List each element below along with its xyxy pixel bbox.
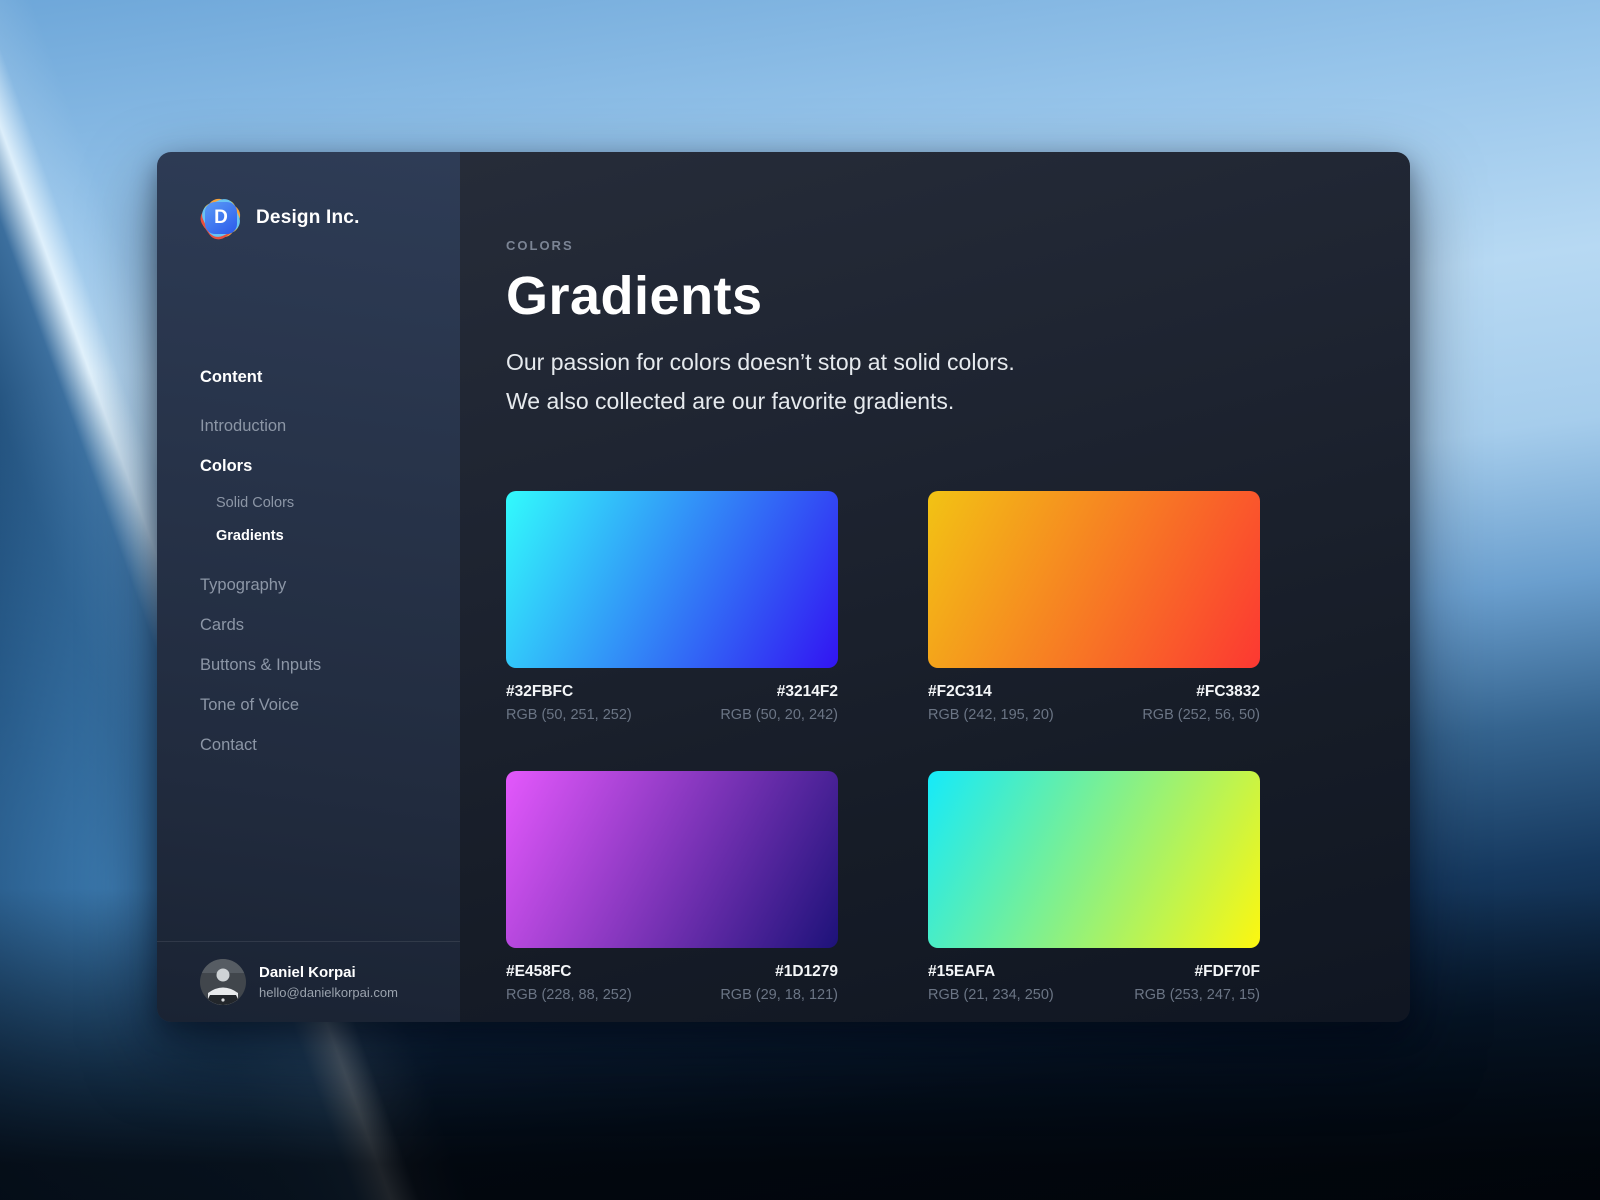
sidebar-nav: Content Introduction Colors Solid Colors… bbox=[200, 357, 460, 765]
rgb-value: RGB (50, 251, 252) bbox=[506, 707, 632, 723]
sidebar-item-typography[interactable]: Typography bbox=[200, 565, 460, 605]
gradient-stop-start: #32FBFC RGB (50, 251, 252) bbox=[506, 683, 632, 723]
rgb-value: RGB (50, 20, 242) bbox=[720, 707, 838, 723]
description-line-1: Our passion for colors doesn’t stop at s… bbox=[506, 349, 1015, 375]
profile-text: Daniel Korpai hello@danielkorpai.com bbox=[259, 964, 398, 1000]
user-profile[interactable]: Daniel Korpai hello@danielkorpai.com bbox=[157, 941, 460, 1022]
hex-value: #32FBFC bbox=[506, 683, 574, 700]
gradient-swatch-magenta-indigo bbox=[506, 771, 838, 948]
gradient-stop-start: #E458FC RGB (228, 88, 252) bbox=[506, 963, 632, 1003]
avatar bbox=[200, 959, 246, 1005]
sidebar-item-cards[interactable]: Cards bbox=[200, 605, 460, 645]
brand-name: Design Inc. bbox=[256, 207, 360, 228]
gradient-card-yellow-red: #F2C314 RGB (242, 195, 20) #FC3832 RGB (… bbox=[928, 491, 1260, 723]
gradient-swatch-cyan-blue bbox=[506, 491, 838, 668]
breadcrumb-eyebrow: COLORS bbox=[506, 238, 574, 253]
sidebar-item-introduction[interactable]: Introduction bbox=[200, 406, 460, 446]
profile-name: Daniel Korpai bbox=[259, 964, 356, 981]
hex-value: #FC3832 bbox=[1196, 683, 1260, 700]
rgb-value: RGB (228, 88, 252) bbox=[506, 987, 632, 1003]
gradient-grid: #32FBFC RGB (50, 251, 252) #3214F2 RGB (… bbox=[506, 491, 1410, 1003]
gradient-card-magenta-indigo: #E458FC RGB (228, 88, 252) #1D1279 RGB (… bbox=[506, 771, 838, 1003]
sidebar-item-gradients[interactable]: Gradients bbox=[200, 519, 460, 552]
desktop-wallpaper: D Design Inc. Content Introduction Color… bbox=[0, 0, 1600, 1200]
rgb-value: RGB (242, 195, 20) bbox=[928, 707, 1054, 723]
page-description: Our passion for colors doesn’t stop at s… bbox=[506, 343, 1410, 420]
rgb-value: RGB (29, 18, 121) bbox=[720, 987, 838, 1003]
gradient-card-cyan-yellow: #15EAFA RGB (21, 234, 250) #FDF70F RGB (… bbox=[928, 771, 1260, 1003]
sidebar-item-buttons-inputs[interactable]: Buttons & Inputs bbox=[200, 645, 460, 685]
sidebar-item-contact[interactable]: Contact bbox=[200, 725, 460, 765]
swatch-labels: #E458FC RGB (228, 88, 252) #1D1279 RGB (… bbox=[506, 963, 838, 1003]
gradient-stop-end: #FC3832 RGB (252, 56, 50) bbox=[1142, 683, 1260, 723]
swatch-labels: #15EAFA RGB (21, 234, 250) #FDF70F RGB (… bbox=[928, 963, 1260, 1003]
hex-value: #15EAFA bbox=[928, 963, 996, 980]
rgb-value: RGB (21, 234, 250) bbox=[928, 987, 1054, 1003]
page-title: Gradients bbox=[506, 266, 763, 326]
swatch-labels: #F2C314 RGB (242, 195, 20) #FC3832 RGB (… bbox=[928, 683, 1260, 723]
hex-value: #3214F2 bbox=[776, 683, 838, 700]
sidebar-section-content: Content bbox=[200, 367, 263, 386]
description-line-2: We also collected are our favorite gradi… bbox=[506, 387, 955, 414]
profile-email: hello@danielkorpai.com bbox=[259, 985, 398, 1000]
sidebar-item-solid-colors[interactable]: Solid Colors bbox=[200, 486, 460, 519]
sidebar-item-colors[interactable]: Colors bbox=[200, 446, 460, 486]
gradient-stop-start: #F2C314 RGB (242, 195, 20) bbox=[928, 683, 1054, 723]
sidebar: D Design Inc. Content Introduction Color… bbox=[157, 152, 460, 1022]
gradient-stop-end: #3214F2 RGB (50, 20, 242) bbox=[720, 683, 838, 723]
hex-value: #FDF70F bbox=[1194, 963, 1260, 980]
gradient-stop-start: #15EAFA RGB (21, 234, 250) bbox=[928, 963, 1054, 1003]
hex-value: #F2C314 bbox=[928, 683, 992, 700]
hex-value: #1D1279 bbox=[775, 963, 838, 980]
hex-value: #E458FC bbox=[506, 963, 572, 980]
gradient-card-cyan-blue: #32FBFC RGB (50, 251, 252) #3214F2 RGB (… bbox=[506, 491, 838, 723]
gradient-swatch-cyan-yellow bbox=[928, 771, 1260, 948]
swatch-labels: #32FBFC RGB (50, 251, 252) #3214F2 RGB (… bbox=[506, 683, 838, 723]
app-window: D Design Inc. Content Introduction Color… bbox=[157, 152, 1410, 1022]
logo-letter: D bbox=[205, 202, 237, 234]
gradient-stop-end: #FDF70F RGB (253, 247, 15) bbox=[1134, 963, 1260, 1003]
main-content: COLORS Gradients Our passion for colors … bbox=[460, 152, 1410, 1022]
brand-logo-icon: D bbox=[196, 195, 244, 244]
gradient-stop-end: #1D1279 RGB (29, 18, 121) bbox=[720, 963, 838, 1003]
sidebar-item-tone-of-voice[interactable]: Tone of Voice bbox=[200, 685, 460, 725]
brand[interactable]: D Design Inc. bbox=[196, 195, 460, 244]
gradient-swatch-yellow-red bbox=[928, 491, 1260, 668]
rgb-value: RGB (253, 247, 15) bbox=[1134, 987, 1260, 1003]
rgb-value: RGB (252, 56, 50) bbox=[1142, 707, 1260, 723]
